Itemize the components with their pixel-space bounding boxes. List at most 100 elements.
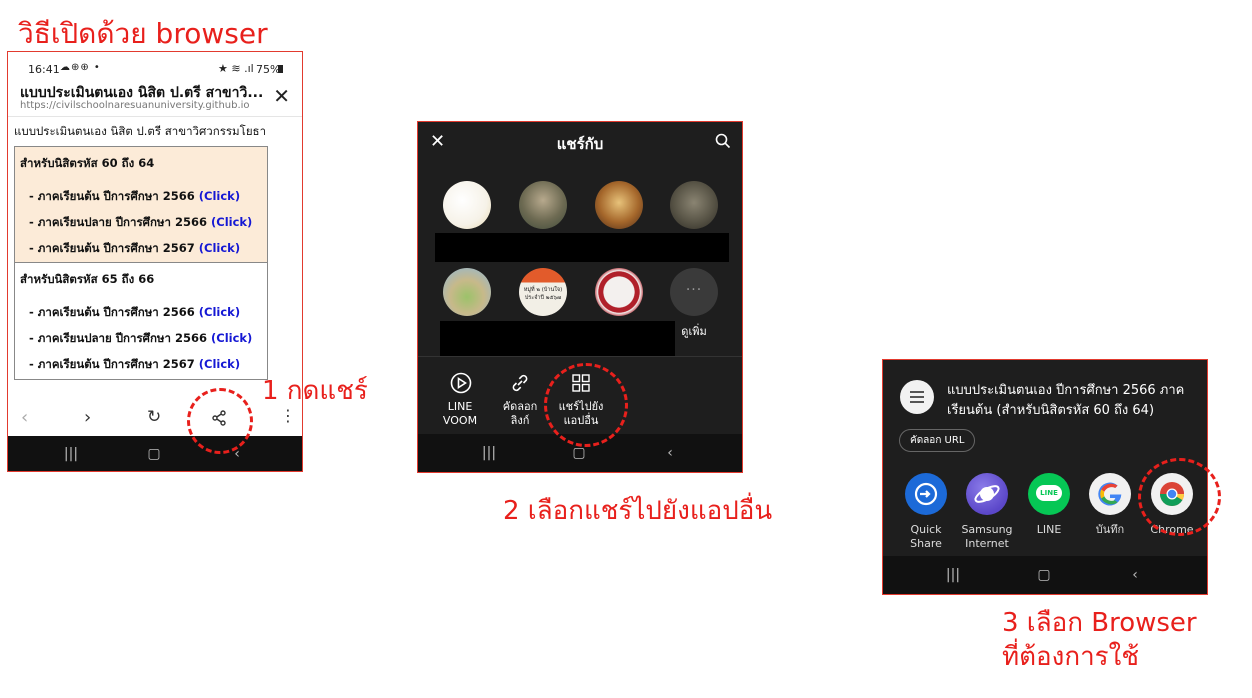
list-item: - ภาคเรียนปลาย ปีการศึกษา 2566 (Click)	[15, 325, 267, 351]
step3-line: ที่ต้องการใช้	[1002, 642, 1139, 672]
contact-avatar[interactable]	[670, 181, 718, 229]
highlight-chrome-circle	[1138, 458, 1221, 536]
list-item-text: - ภาคเรียนต้น ปีการศึกษา 2567	[29, 241, 195, 255]
more-contacts-button[interactable]: ···	[670, 268, 718, 316]
app-label-line: Share	[910, 537, 942, 550]
line-bubble-icon: LINE	[1036, 485, 1062, 501]
contact-avatar[interactable]: หมู่ที่ ๒ (บ้านใจ) ประจำปี ๒๕๖๗	[519, 268, 567, 316]
contact-avatar[interactable]	[519, 181, 567, 229]
more-dots-icon: ···	[685, 282, 703, 298]
copy-url-button[interactable]: คัดลอก URL	[899, 429, 976, 452]
header-divider	[8, 116, 302, 117]
search-icon[interactable]	[715, 133, 731, 149]
web-page-heading: แบบประเมินตนเอง นิสิต ป.ตรี สาขาวิศวกรรม…	[14, 124, 267, 138]
click-link[interactable]: (Click)	[199, 357, 240, 371]
step2-label: 2 เลือกแชร์ไปยังแอปอื่น	[503, 496, 773, 526]
contact-avatar[interactable]	[443, 181, 491, 229]
custom-tab-url: https://civilschoolnaresuanuniversity.gi…	[20, 100, 250, 111]
click-link[interactable]: (Click)	[211, 215, 252, 229]
list-item-text: - ภาคเรียนต้น ปีการศึกษา 2566	[29, 305, 195, 319]
more-label: ดูเพิ่ม	[681, 325, 707, 338]
recent-apps-icon[interactable]: |||	[64, 446, 78, 462]
home-icon[interactable]: ▢	[147, 446, 160, 462]
page-heading: วิธีเปิดด้วย browser	[18, 17, 268, 50]
action-label: LINE	[447, 400, 473, 413]
notification-icons: ☁⊕⊕ •	[60, 62, 101, 73]
app-label-samsung-internet: Samsung Internet	[952, 523, 1022, 551]
list-item-text: - ภาคเรียนปลาย ปีการศึกษา 2566	[29, 331, 207, 345]
android-nav-bar: ||| ▢ ‹	[8, 436, 302, 471]
highlight-share-other-app-circle	[544, 363, 628, 447]
app-label-line: Internet	[965, 537, 1009, 550]
divider	[418, 356, 742, 357]
samsung-internet-icon[interactable]	[966, 473, 1008, 515]
list-item: - ภาคเรียนต้น ปีการศึกษา 2566 (Click)	[15, 299, 267, 325]
contact-avatar[interactable]	[443, 268, 491, 316]
back-nav-icon[interactable]: ‹	[667, 445, 673, 461]
line-app-icon[interactable]: LINE	[1028, 473, 1070, 515]
phone-screenshot-browser: 16:41 ☁⊕⊕ • ★ ≋ .ıl 75% แบบประเมินตนเอง …	[7, 51, 303, 472]
google-app-icon[interactable]	[1089, 473, 1131, 515]
group-box-60-64: สำหรับนิสิตรหัส 60 ถึง 64 - ภาคเรียนต้น …	[14, 146, 268, 263]
status-bar: 16:41 ☁⊕⊕ • ★ ≋ .ıl 75%	[8, 52, 302, 76]
avatar-caption-line2: ประจำปี ๒๕๖๗	[524, 295, 562, 301]
step1-label: 1 กดแชร์	[262, 376, 368, 406]
status-time: 16:41	[28, 63, 60, 76]
share-content-title: แบบประเมินตนเอง ปีการศึกษา 2566 ภาคเรียน…	[947, 381, 1184, 421]
home-icon[interactable]: ▢	[572, 445, 585, 461]
redacted-names	[435, 233, 729, 262]
app-label-line: Quick	[910, 523, 942, 536]
more-options-icon[interactable]: ⋮	[280, 406, 296, 425]
group-box-65-66: สำหรับนิสิตรหัส 65 ถึง 66 - ภาคเรียนต้น …	[14, 262, 268, 380]
list-item-text: - ภาคเรียนปลาย ปีการศึกษา 2566	[29, 215, 207, 229]
app-label-notes: บันทึก	[1095, 523, 1125, 536]
close-icon[interactable]: ✕	[273, 84, 290, 108]
home-icon[interactable]: ▢	[1037, 567, 1050, 583]
recent-apps-icon[interactable]: |||	[482, 445, 496, 461]
battery-icon	[278, 65, 283, 73]
action-label: คัดลอก	[502, 400, 538, 413]
list-item-text: - ภาคเรียนต้น ปีการศึกษา 2567	[29, 357, 195, 371]
browser-toolbar: ‹ › ↻ ⋮	[8, 401, 302, 435]
action-label: ลิงก์	[510, 414, 530, 427]
click-link[interactable]: (Click)	[199, 189, 240, 203]
contact-avatar[interactable]	[595, 181, 643, 229]
group-title: สำหรับนิสิตรหัส 65 ถึง 66	[20, 272, 155, 286]
quick-share-icon[interactable]	[905, 473, 947, 515]
group-title: สำหรับนิสิตรหัส 60 ถึง 64	[20, 156, 155, 170]
list-item: - ภาคเรียนปลาย ปีการศึกษา 2566 (Click)	[15, 209, 267, 235]
list-item-text: - ภาคเรียนต้น ปีการศึกษา 2566	[29, 189, 195, 203]
redacted-names	[440, 321, 675, 356]
recent-apps-icon[interactable]: |||	[946, 567, 960, 583]
contact-avatar[interactable]	[595, 268, 643, 316]
step3-label: 3 เลือก Browser ที่ต้องการใช้	[1002, 606, 1197, 674]
copy-link-button[interactable]: คัดลอก ลิงก์	[490, 400, 550, 428]
line-voom-icon[interactable]	[450, 372, 472, 394]
page-doc-icon	[900, 380, 934, 414]
click-link[interactable]: (Click)	[199, 305, 240, 319]
highlight-share-circle	[187, 388, 253, 454]
share-title-line: เรียนต้น (สำหรับนิสิตรหัส 60 ถึง 64)	[947, 403, 1155, 418]
share-sheet-title: แชร์กับ	[556, 135, 604, 153]
avatar-caption-line1: หมู่ที่ ๒ (บ้านใจ)	[523, 287, 563, 293]
list-item: - ภาคเรียนต้น ปีการศึกษา 2567 (Click)	[15, 351, 267, 377]
list-item: - ภาคเรียนต้น ปีการศึกษา 2566 (Click)	[15, 183, 267, 209]
back-icon[interactable]: ‹	[21, 407, 28, 428]
app-label-quick-share: Quick Share	[891, 523, 961, 551]
reload-icon[interactable]: ↻	[147, 407, 161, 427]
signal-icons: ★ ≋ .ıl	[218, 62, 254, 75]
android-nav-bar: ||| ▢ ‹	[883, 556, 1207, 594]
back-nav-icon[interactable]: ‹	[1132, 567, 1138, 583]
step3-line: 3 เลือก Browser	[1002, 608, 1197, 638]
list-item: - ภาคเรียนต้น ปีการศึกษา 2567 (Click)	[15, 235, 267, 261]
app-label-line: Samsung	[961, 523, 1013, 536]
share-title-line: แบบประเมินตนเอง ปีการศึกษา 2566 ภาค	[947, 383, 1185, 398]
line-voom-button[interactable]: LINE VOOM	[430, 400, 490, 428]
forward-icon[interactable]: ›	[84, 407, 91, 428]
app-label-line: LINE	[1036, 523, 1062, 536]
battery-percent: 75%	[256, 63, 281, 76]
click-link[interactable]: (Click)	[211, 331, 252, 345]
link-icon[interactable]	[509, 372, 531, 394]
click-link[interactable]: (Click)	[199, 241, 240, 255]
action-label: VOOM	[442, 414, 478, 427]
